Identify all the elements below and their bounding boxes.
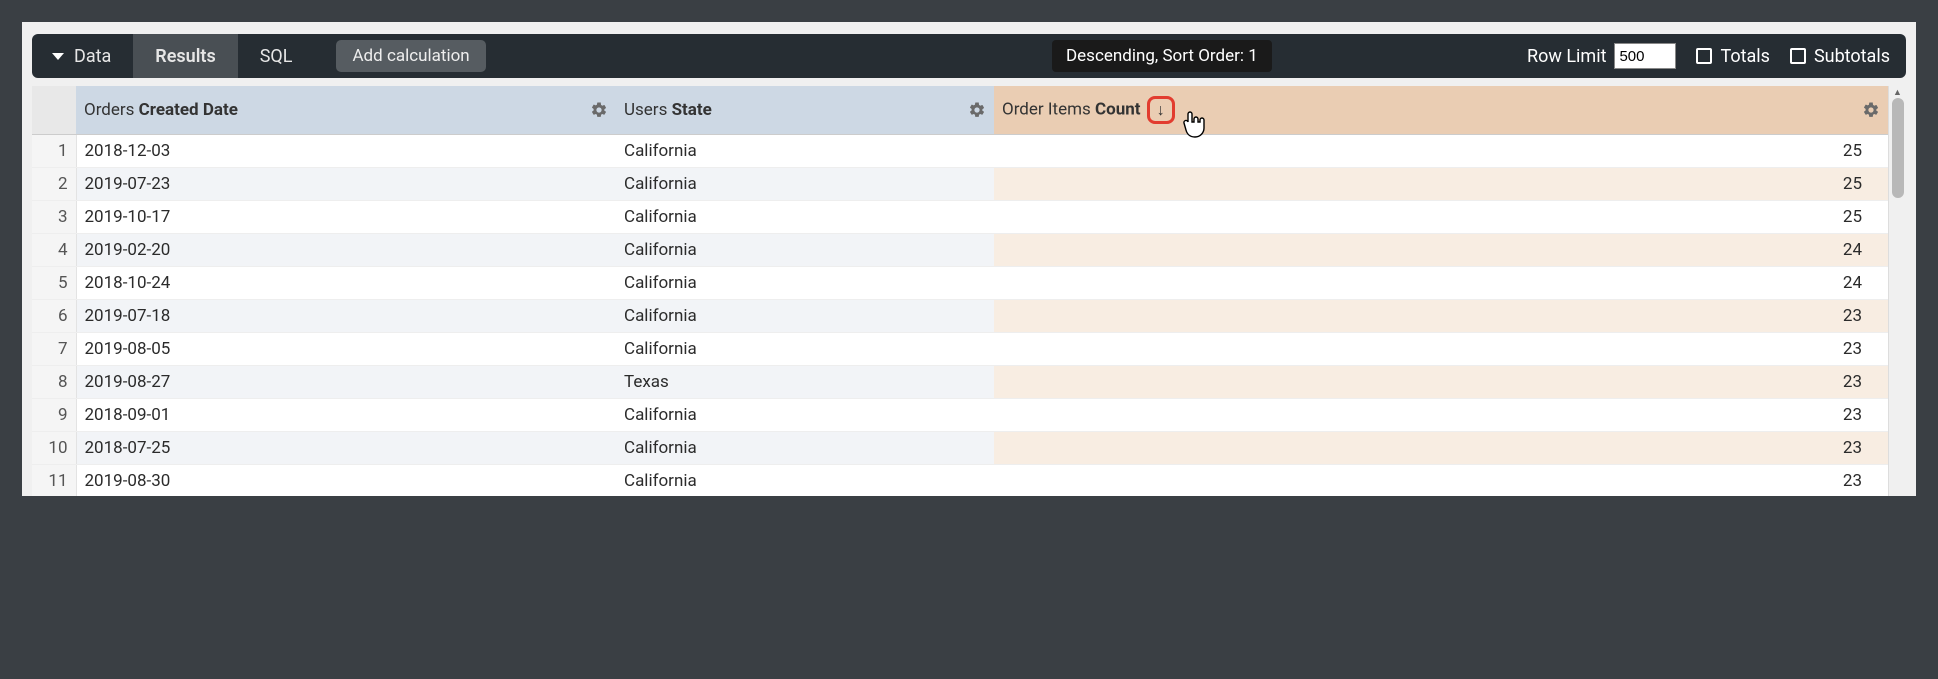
cell-state[interactable]: California — [616, 432, 994, 465]
row-number: 4 — [32, 234, 76, 267]
row-number: 11 — [32, 465, 76, 497]
sort-tooltip: Descending, Sort Order: 1 — [1052, 40, 1272, 72]
table-row: 72019-08-05California23 — [32, 333, 1888, 366]
cell-created-date[interactable]: 2019-07-18 — [76, 300, 616, 333]
cell-count[interactable]: 23 — [994, 465, 1888, 497]
column-header-created-date[interactable]: Orders Created Date — [76, 86, 616, 135]
table-row: 12018-12-03California25 — [32, 135, 1888, 168]
cell-created-date[interactable]: 2018-07-25 — [76, 432, 616, 465]
row-number: 1 — [32, 135, 76, 168]
cell-state[interactable]: California — [616, 267, 994, 300]
chevron-down-icon — [52, 53, 64, 60]
cell-created-date[interactable]: 2019-07-23 — [76, 168, 616, 201]
cell-created-date[interactable]: 2018-12-03 — [76, 135, 616, 168]
cell-count[interactable]: 25 — [994, 135, 1888, 168]
cell-state[interactable]: Texas — [616, 366, 994, 399]
cell-state[interactable]: California — [616, 201, 994, 234]
cell-state[interactable]: California — [616, 135, 994, 168]
gear-icon[interactable] — [1862, 101, 1880, 119]
row-number: 5 — [32, 267, 76, 300]
cell-state[interactable]: California — [616, 333, 994, 366]
gear-icon[interactable] — [968, 101, 986, 119]
tab-data-label: Data — [74, 46, 111, 67]
row-number-header — [32, 86, 76, 135]
row-limit-label: Row Limit — [1527, 46, 1606, 67]
cell-state[interactable]: California — [616, 399, 994, 432]
cell-state[interactable]: California — [616, 168, 994, 201]
results-table-wrap: Orders Created Date Users State — [32, 86, 1906, 496]
table-row: 62019-07-18California23 — [32, 300, 1888, 333]
row-number: 3 — [32, 201, 76, 234]
table-row: 92018-09-01California23 — [32, 399, 1888, 432]
col3-prefix: Order Items — [1002, 99, 1095, 119]
table-row: 32019-10-17California25 — [32, 201, 1888, 234]
scroll-arrow-up-icon[interactable]: ▲ — [1889, 86, 1906, 98]
row-number: 6 — [32, 300, 76, 333]
toolbar-left: Data Results SQL Add calculation — [48, 34, 486, 78]
tab-results[interactable]: Results — [133, 34, 237, 78]
toolbar: Data Results SQL Add calculation Descend… — [32, 34, 1906, 78]
add-calculation-button[interactable]: Add calculation — [336, 40, 485, 72]
cell-created-date[interactable]: 2019-08-05 — [76, 333, 616, 366]
cell-count[interactable]: 25 — [994, 201, 1888, 234]
scrollbar-thumb[interactable] — [1892, 98, 1904, 198]
row-limit-input[interactable] — [1614, 43, 1676, 69]
table-row: 82019-08-27Texas23 — [32, 366, 1888, 399]
cell-count[interactable]: 24 — [994, 234, 1888, 267]
table-row: 112019-08-30California23 — [32, 465, 1888, 497]
tab-sql[interactable]: SQL — [238, 34, 315, 78]
vertical-scrollbar[interactable]: ▲ — [1888, 86, 1906, 496]
cell-count[interactable]: 25 — [994, 168, 1888, 201]
table-row: 52018-10-24California24 — [32, 267, 1888, 300]
checkbox-icon — [1696, 48, 1712, 64]
column-header-state[interactable]: Users State — [616, 86, 994, 135]
cell-state[interactable]: California — [616, 234, 994, 267]
row-number: 10 — [32, 432, 76, 465]
checkbox-icon — [1790, 48, 1806, 64]
column-header-count[interactable]: Order Items Count ↓ — [994, 86, 1888, 135]
table-row: 42019-02-20California24 — [32, 234, 1888, 267]
row-number: 8 — [32, 366, 76, 399]
tab-data[interactable]: Data — [48, 34, 133, 78]
cell-count[interactable]: 23 — [994, 333, 1888, 366]
cell-count[interactable]: 23 — [994, 300, 1888, 333]
cell-count[interactable]: 23 — [994, 366, 1888, 399]
row-limit: Row Limit — [1527, 43, 1676, 69]
results-table: Orders Created Date Users State — [32, 86, 1888, 496]
toolbar-right: Row Limit Totals Subtotals — [1527, 43, 1890, 69]
subtotals-label: Subtotals — [1814, 46, 1890, 67]
table-row: 22019-07-23California25 — [32, 168, 1888, 201]
row-number: 9 — [32, 399, 76, 432]
totals-checkbox[interactable]: Totals — [1696, 46, 1769, 67]
cell-created-date[interactable]: 2019-08-30 — [76, 465, 616, 497]
cell-count[interactable]: 24 — [994, 267, 1888, 300]
cell-count[interactable]: 23 — [994, 432, 1888, 465]
cell-count[interactable]: 23 — [994, 399, 1888, 432]
col1-prefix: Orders — [84, 100, 139, 120]
add-calculation-label: Add calculation — [352, 46, 469, 66]
cell-state[interactable]: California — [616, 465, 994, 497]
col2-bold: State — [672, 100, 712, 120]
row-number: 2 — [32, 168, 76, 201]
cell-state[interactable]: California — [616, 300, 994, 333]
col3-bold: Count — [1095, 99, 1141, 119]
tab-sql-label: SQL — [260, 46, 293, 67]
cell-created-date[interactable]: 2019-08-27 — [76, 366, 616, 399]
row-number: 7 — [32, 333, 76, 366]
tab-results-label: Results — [155, 46, 215, 67]
col2-prefix: Users — [624, 100, 672, 120]
gear-icon[interactable] — [590, 101, 608, 119]
arrow-down-icon: ↓ — [1157, 100, 1165, 120]
col1-bold: Created Date — [139, 100, 238, 120]
cell-created-date[interactable]: 2019-02-20 — [76, 234, 616, 267]
cell-created-date[interactable]: 2019-10-17 — [76, 201, 616, 234]
subtotals-checkbox[interactable]: Subtotals — [1790, 46, 1890, 67]
sort-indicator[interactable]: ↓ — [1147, 96, 1175, 124]
cell-created-date[interactable]: 2018-09-01 — [76, 399, 616, 432]
app-window: Data Results SQL Add calculation Descend… — [22, 22, 1916, 496]
totals-label: Totals — [1720, 46, 1769, 67]
table-row: 102018-07-25California23 — [32, 432, 1888, 465]
cell-created-date[interactable]: 2018-10-24 — [76, 267, 616, 300]
